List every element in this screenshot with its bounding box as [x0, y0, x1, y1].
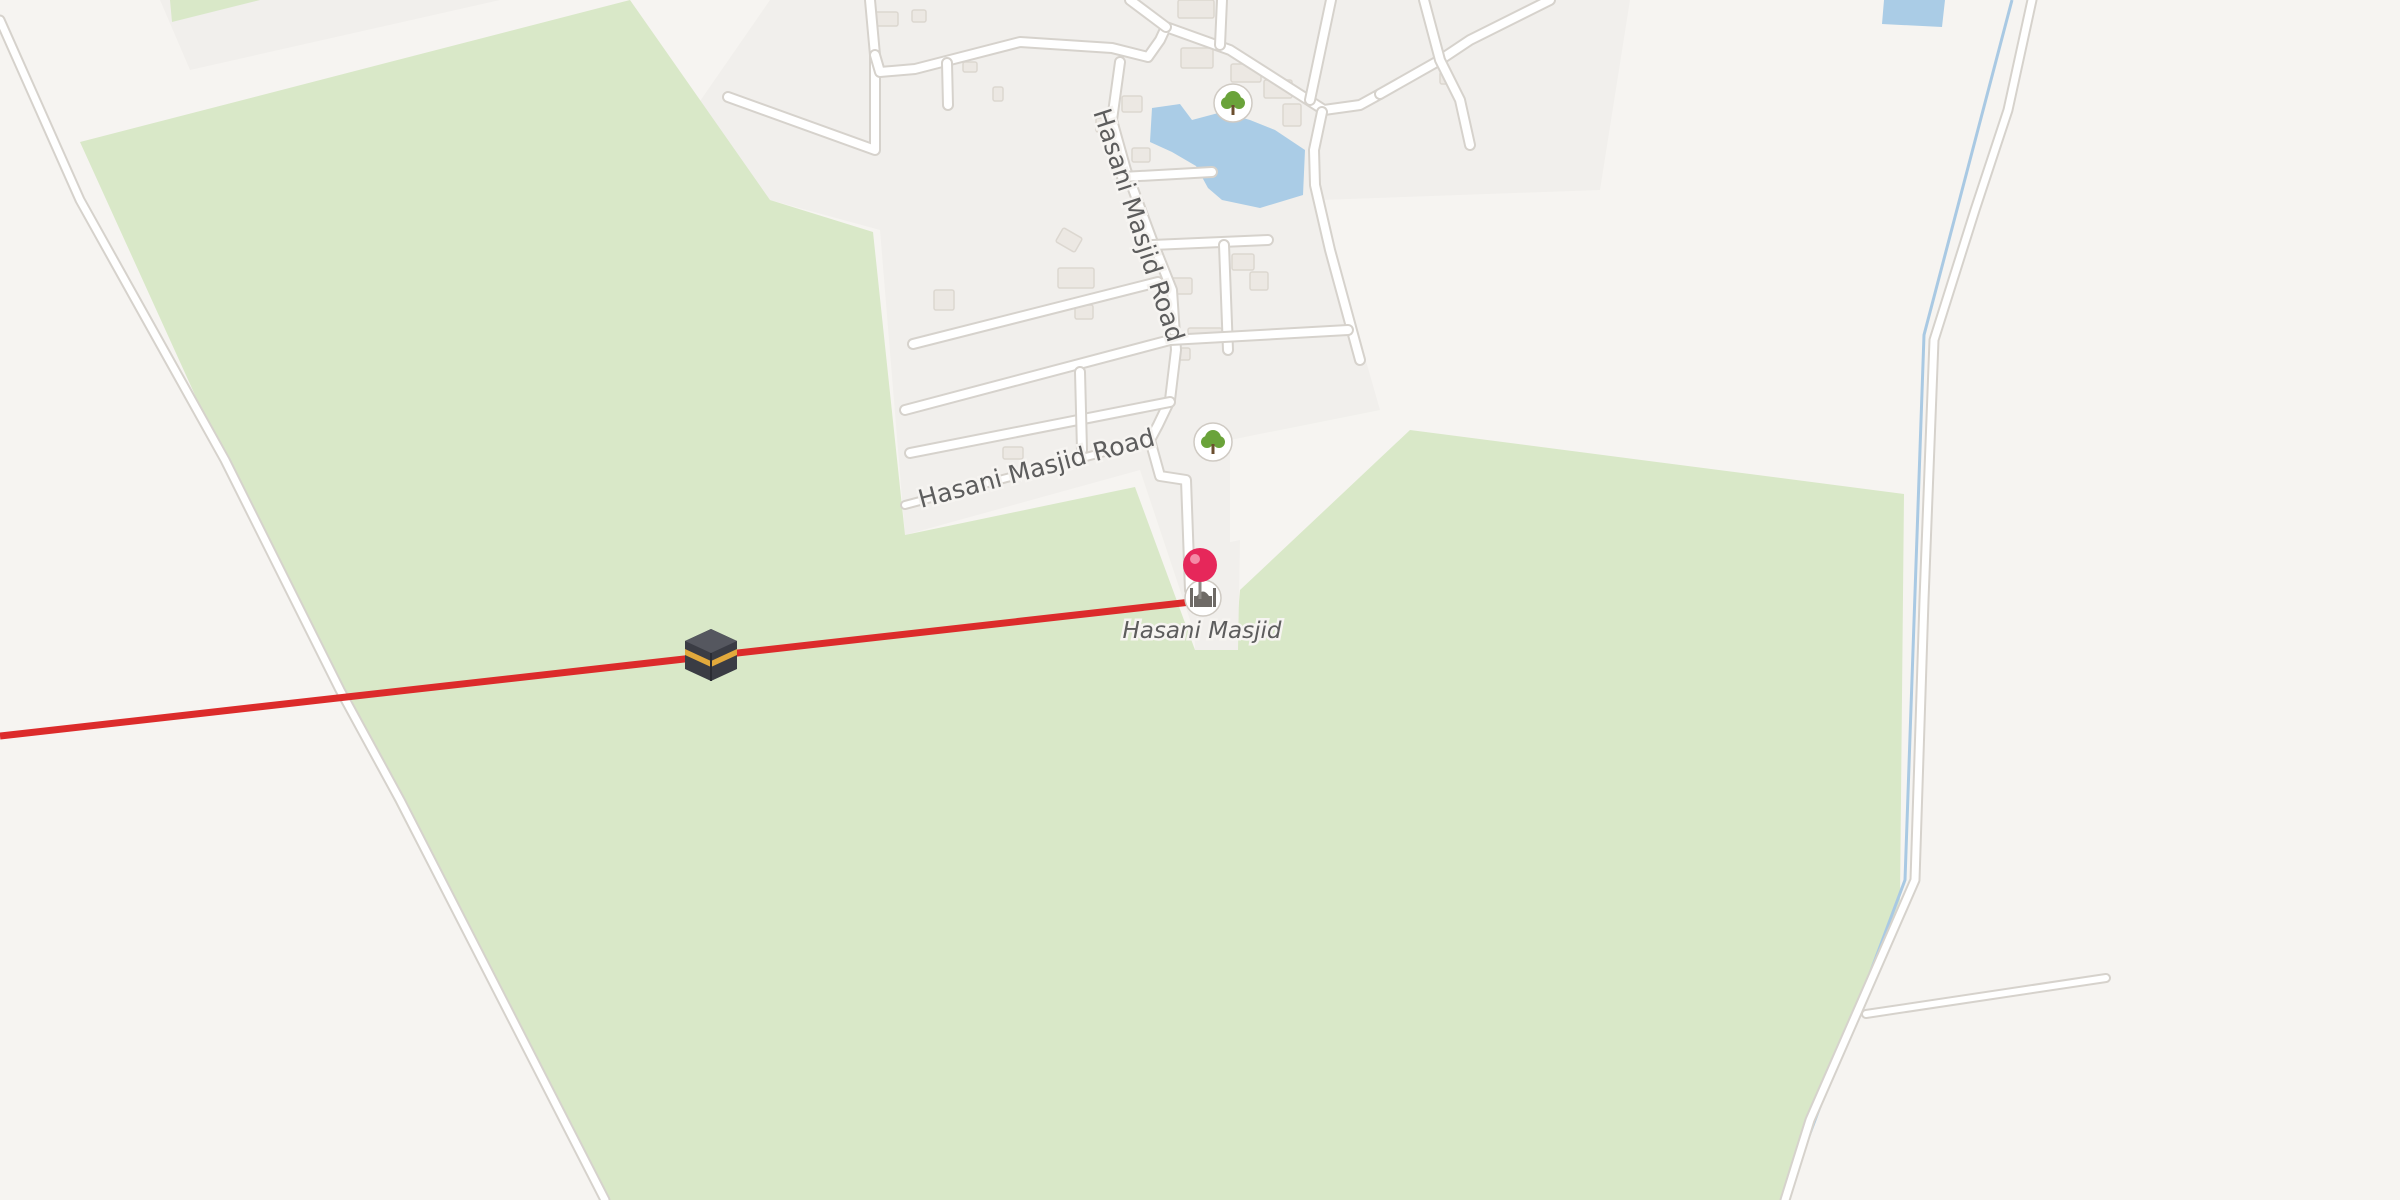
- poi-label[interactable]: Hasani Masjid: [1120, 616, 1284, 647]
- mosque-icon[interactable]: [1184, 579, 1222, 617]
- tree-icon[interactable]: [1213, 83, 1253, 123]
- tree-icon[interactable]: [1193, 422, 1233, 462]
- map-view[interactable]: Hasani Masjid Road Hasani Masjid Road Ha…: [0, 0, 2400, 1200]
- water-north-east: [1882, 0, 1945, 27]
